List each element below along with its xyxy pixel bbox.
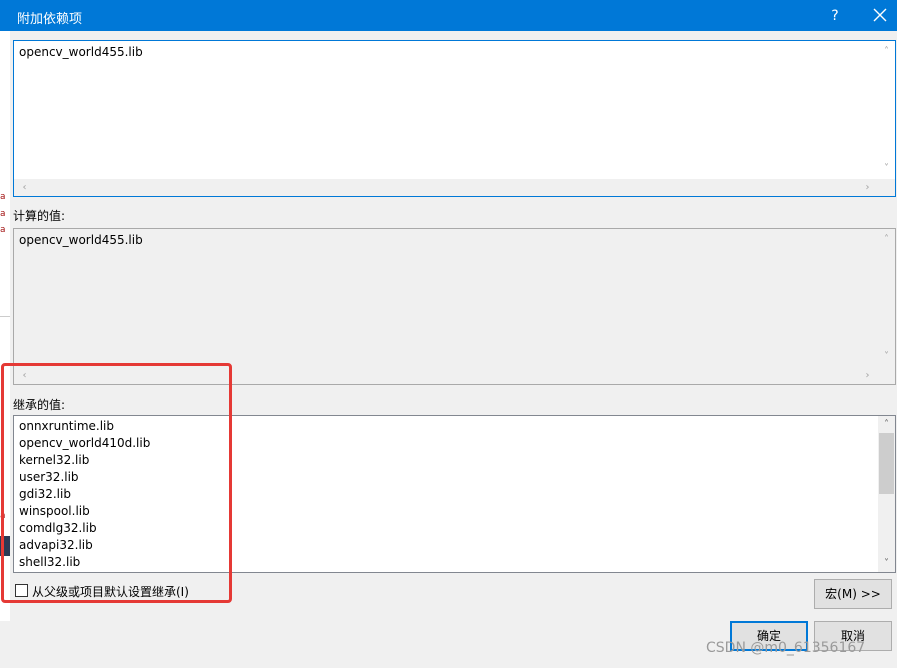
list-item[interactable]: shell32.lib [19, 554, 150, 571]
background-code-mark: a [0, 192, 6, 202]
scroll-left-icon[interactable]: ‹ [16, 179, 33, 196]
dependencies-editor[interactable]: opencv_world455.lib ˄ ˅ ‹ › [13, 40, 896, 197]
scroll-right-icon[interactable]: › [859, 367, 876, 384]
scroll-down-icon[interactable]: ˅ [878, 348, 895, 365]
scroll-up-icon[interactable]: ˄ [878, 231, 895, 248]
scrollbar-thumb[interactable] [879, 433, 894, 494]
inherit-checkbox[interactable] [15, 584, 28, 597]
evaluated-horizontal-scrollbar[interactable]: ‹ › [14, 367, 878, 384]
list-item[interactable]: comdlg32.lib [19, 520, 150, 537]
close-button[interactable] [868, 3, 892, 29]
scroll-left-icon[interactable]: ‹ [16, 367, 33, 384]
evaluated-vertical-scrollbar[interactable]: ˄ ˅ [878, 229, 895, 367]
dependencies-editor-text[interactable]: opencv_world455.lib [19, 44, 143, 61]
list-item[interactable]: user32.lib [19, 469, 150, 486]
list-item[interactable]: advapi32.lib [19, 537, 150, 554]
inherited-values-label: 继承的值: [13, 398, 66, 412]
scroll-corner [878, 179, 895, 196]
evaluated-value-text: opencv_world455.lib [19, 233, 143, 247]
list-item[interactable]: gdi32.lib [19, 486, 150, 503]
background-window-strip: a a a a [0, 31, 10, 621]
macros-button[interactable]: 宏(M) >> [814, 579, 892, 609]
close-icon [873, 8, 887, 22]
scroll-up-icon[interactable]: ˄ [878, 43, 895, 60]
evaluated-value-box: opencv_world455.lib ˄ ˅ ‹ › [13, 228, 896, 385]
background-code-mark: a [0, 209, 6, 219]
list-item[interactable]: winspool.lib [19, 503, 150, 520]
help-button[interactable]: ? [826, 5, 844, 27]
list-item[interactable]: onnxruntime.lib [19, 418, 150, 435]
window-title: 附加依赖项 [17, 12, 83, 27]
list-item[interactable]: kernel32.lib [19, 452, 150, 469]
background-divider [0, 316, 10, 317]
editor-vertical-scrollbar[interactable]: ˄ ˅ [878, 41, 895, 179]
list-item[interactable]: opencv_world410d.lib [19, 435, 150, 452]
scroll-up-icon[interactable]: ˄ [878, 416, 895, 433]
editor-horizontal-scrollbar[interactable]: ‹ › [14, 179, 878, 196]
scroll-down-icon[interactable]: ˅ [878, 555, 895, 572]
inherited-vertical-scrollbar[interactable]: ˄ ˅ [878, 416, 895, 572]
scroll-right-icon[interactable]: › [859, 179, 876, 196]
watermark: CSDN @m0_61356167 [706, 640, 866, 656]
background-panel [0, 536, 10, 556]
scroll-down-icon[interactable]: ˅ [878, 160, 895, 177]
background-code-mark: a [0, 225, 6, 235]
evaluated-value-label: 计算的值: [13, 209, 66, 223]
inherited-values-list[interactable]: onnxruntime.lib opencv_world410d.lib ker… [13, 415, 896, 573]
title-bar: 附加依赖项 ? [0, 0, 897, 31]
inherit-checkbox-label[interactable]: 从父级或项目默认设置继承(I) [32, 583, 189, 600]
background-code-mark: a [0, 511, 6, 521]
